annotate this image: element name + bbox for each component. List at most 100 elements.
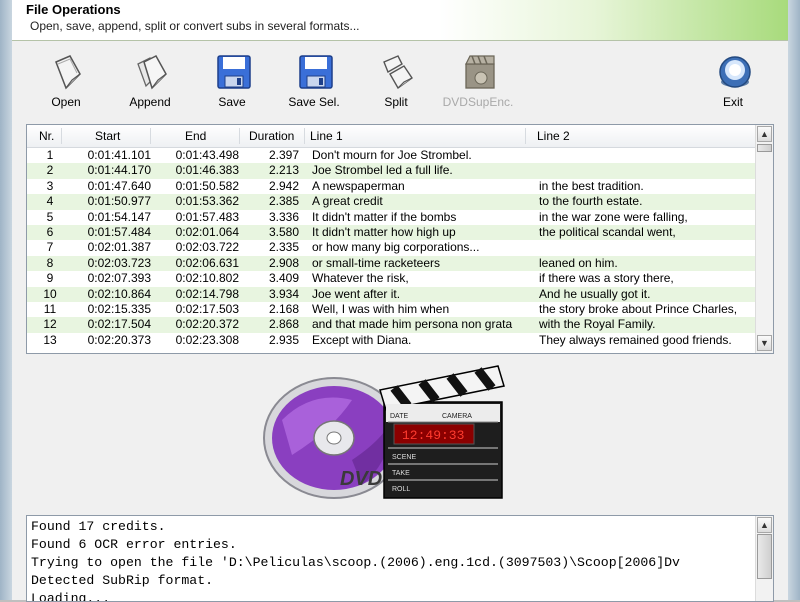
subtitle-grid[interactable]: Nr. Start End Duration Line 1 Line 2 1 0:… xyxy=(26,124,774,354)
window-frame-right xyxy=(788,0,800,600)
save-label: Save xyxy=(218,95,246,109)
cell-nr: 5 xyxy=(46,209,54,224)
cell-nr: 4 xyxy=(46,194,54,209)
column-header-nr[interactable]: Nr. xyxy=(39,129,54,143)
cell-duration: 2.942 xyxy=(268,178,299,193)
scroll-up-button[interactable]: ▲ xyxy=(757,126,772,142)
column-header-end[interactable]: End xyxy=(185,129,206,143)
split-file-icon xyxy=(383,55,413,90)
cell-end: 0:02:03.722 xyxy=(175,240,239,255)
cell-line1: A great credit xyxy=(312,194,383,209)
scroll-thumb[interactable] xyxy=(757,144,772,152)
cell-end: 0:01:57.483 xyxy=(175,209,239,224)
column-header-duration[interactable]: Duration xyxy=(249,129,294,143)
table-row[interactable]: 6 0:01:57.484 0:02:01.064 3.580 It didn't ma… xyxy=(27,224,755,241)
cell-end: 0:02:17.503 xyxy=(175,301,239,316)
cell-line1: Joe went after it. xyxy=(312,286,401,301)
grid-vertical-scrollbar[interactable]: ▲ ▼ xyxy=(755,125,773,353)
table-row[interactable]: 12 0:02:17.504 0:02:20.372 2.868 and that ma… xyxy=(27,317,755,333)
cell-end: 0:02:01.064 xyxy=(175,224,239,239)
save-selection-button[interactable]: Save Sel. xyxy=(274,44,354,116)
cell-line1: or how many big corporations... xyxy=(312,240,480,255)
cell-nr: 1 xyxy=(46,148,54,162)
cell-nr: 12 xyxy=(43,317,57,332)
cell-duration: 2.168 xyxy=(268,301,299,316)
cell-end: 0:01:43.498 xyxy=(175,148,239,162)
cell-nr: 2 xyxy=(46,163,54,178)
cell-line2: And he usually got it. xyxy=(539,286,651,301)
cell-line1: Whatever the risk, xyxy=(312,271,409,286)
scroll-down-button[interactable]: ▼ xyxy=(757,335,772,351)
cell-line1: It didn't matter how high up xyxy=(312,224,456,239)
cell-line1: and that made him persona non grata xyxy=(312,317,513,332)
table-row[interactable]: 2 0:01:44.170 0:01:46.383 2.213 Joe Strombel… xyxy=(27,163,755,179)
table-row[interactable]: 10 0:02:10.864 0:02:14.798 3.934 Joe went af… xyxy=(27,286,755,302)
cell-start: 0:01:44.170 xyxy=(87,163,151,178)
log-output[interactable]: Found 17 credits. Found 6 OCR error entr… xyxy=(26,515,774,602)
cell-start: 0:01:57.484 xyxy=(87,224,151,239)
log-line: Found 17 credits. xyxy=(31,519,166,534)
table-row[interactable]: 3 0:01:47.640 0:01:50.582 2.942 A newspaperm… xyxy=(27,179,755,194)
cell-duration: 2.335 xyxy=(268,240,299,255)
table-row[interactable]: 7 0:02:01.387 0:02:03.722 2.335 or how many … xyxy=(27,240,755,255)
cell-duration: 3.934 xyxy=(268,286,299,301)
cell-nr: 9 xyxy=(46,271,54,286)
column-header-line1[interactable]: Line 1 xyxy=(310,129,343,143)
table-row[interactable]: 9 0:02:07.393 0:02:10.802 3.409 Whatever the… xyxy=(27,271,755,286)
cell-end: 0:01:46.383 xyxy=(175,163,239,178)
table-row[interactable]: 5 0:01:54.147 0:01:57.483 3.336 It didn't ma… xyxy=(27,210,755,225)
cell-line1: Joe Strombel led a full life. xyxy=(312,163,453,178)
column-header-start[interactable]: Start xyxy=(95,129,120,143)
table-row[interactable]: 4 0:01:50.977 0:01:53.362 2.385 A great cred… xyxy=(27,194,755,210)
subtitle-workshop-logo: DVD 12:49:33 DATE CAMERA SCENE TAKE ROLL xyxy=(263,365,505,499)
clapper-label-camera: CAMERA xyxy=(442,413,472,420)
cell-nr: 3 xyxy=(46,178,54,193)
section-title: File Operations xyxy=(26,2,121,17)
table-row[interactable]: 13 0:02:20.373 0:02:23.308 2.935 Except with… xyxy=(27,333,755,348)
grid-rows: 1 0:01:41.101 0:01:43.498 2.397 Don't mourn … xyxy=(27,148,755,348)
dvdsupenc-button[interactable]: DVDSupEnc. xyxy=(438,44,518,116)
cell-nr: 10 xyxy=(43,286,57,301)
cell-line2: the story broke about Prince Charles, xyxy=(539,301,738,316)
log-line: Found 6 OCR error entries. xyxy=(31,537,237,552)
cell-start: 0:01:50.977 xyxy=(87,194,151,209)
log-scroll-thumb[interactable] xyxy=(757,534,772,579)
split-label: Split xyxy=(384,95,408,109)
cell-line1: A newspaperman xyxy=(312,178,405,193)
save-selection-label: Save Sel. xyxy=(288,95,340,109)
table-row[interactable]: 11 0:02:15.335 0:02:17.503 2.168 Well, I was… xyxy=(27,302,755,317)
cell-duration: 2.397 xyxy=(268,148,299,162)
split-button[interactable]: Split xyxy=(356,44,436,116)
exit-button[interactable]: Exit xyxy=(693,44,773,116)
cell-line1: Don't mourn for Joe Strombel. xyxy=(312,148,472,162)
cell-end: 0:02:06.631 xyxy=(175,255,239,270)
dvd-logo-text: DVD xyxy=(340,468,382,490)
cell-line2: with the Royal Family. xyxy=(539,317,656,332)
open-button[interactable]: Open xyxy=(26,44,106,116)
clapper-label-scene: SCENE xyxy=(392,454,416,461)
clapper-label-date: DATE xyxy=(390,413,408,420)
cell-start: 0:02:20.373 xyxy=(87,332,151,347)
window-frame-left xyxy=(0,0,12,600)
table-row[interactable]: 1 0:01:41.101 0:01:43.498 2.397 Don't mourn … xyxy=(27,148,755,163)
log-vertical-scrollbar[interactable]: ▲ xyxy=(755,516,773,601)
open-label: Open xyxy=(51,95,81,109)
cell-start: 0:02:03.723 xyxy=(87,255,151,270)
save-button[interactable]: Save xyxy=(192,44,272,116)
log-scroll-up-button[interactable]: ▲ xyxy=(757,517,772,533)
cell-line1: or small-time racketeers xyxy=(312,255,441,270)
cell-duration: 3.580 xyxy=(268,224,299,239)
append-button[interactable]: Append xyxy=(110,44,190,116)
grid-header: Nr. Start End Duration Line 1 Line 2 xyxy=(27,125,755,148)
cell-end: 0:01:50.582 xyxy=(175,178,239,193)
cell-start: 0:01:54.147 xyxy=(87,209,151,224)
main-window: File Operations Open, save, append, spli… xyxy=(12,0,788,602)
cell-duration: 2.935 xyxy=(268,332,299,347)
floppy-disk-selection-icon xyxy=(299,55,333,89)
table-row[interactable]: 8 0:02:03.723 0:02:06.631 2.908 or small-tim… xyxy=(27,255,755,272)
column-header-line2[interactable]: Line 2 xyxy=(537,129,570,143)
cell-duration: 2.868 xyxy=(268,317,299,332)
toolbar: Open Append Save Save Sel. Split DVDSupE… xyxy=(12,44,788,120)
cell-duration: 2.213 xyxy=(268,163,299,178)
cell-end: 0:02:10.802 xyxy=(175,271,239,286)
